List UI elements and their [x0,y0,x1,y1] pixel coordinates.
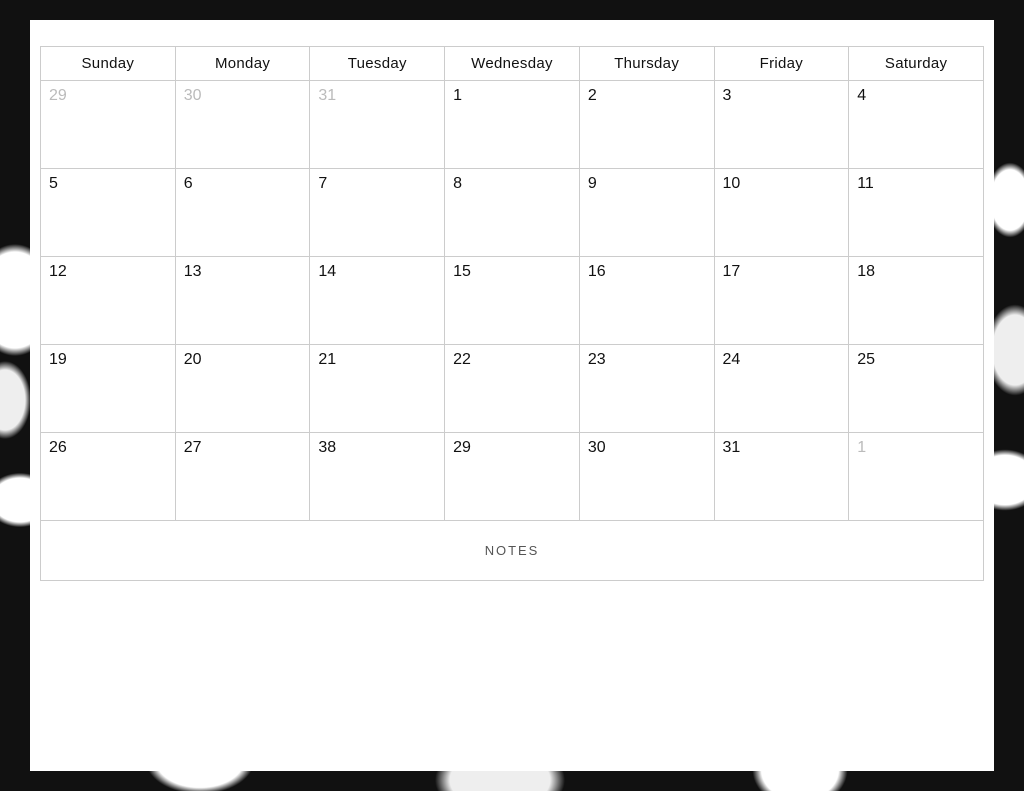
week-row-2: 567891011 [41,169,984,257]
calendar-cell[interactable]: 15 [445,257,580,345]
calendar-cell[interactable]: 7 [310,169,445,257]
calendar-cell[interactable]: 18 [849,257,984,345]
week-row-1: 2930311234 [41,81,984,169]
day-header-sunday: Sunday [41,47,176,81]
calendar-cell[interactable]: 13 [175,257,310,345]
calendar-cell[interactable]: 24 [714,345,849,433]
calendar-cell[interactable]: 1 [445,81,580,169]
notes-label[interactable]: NOTES [41,521,984,581]
day-header-saturday: Saturday [849,47,984,81]
calendar-cell[interactable]: 29 [41,81,176,169]
calendar-cell[interactable]: 27 [175,433,310,521]
calendar-cell[interactable]: 10 [714,169,849,257]
calendar-cell[interactable]: 21 [310,345,445,433]
calendar-month-title [30,20,994,46]
calendar-cell[interactable]: 31 [714,433,849,521]
calendar-cell[interactable]: 29 [445,433,580,521]
day-header-friday: Friday [714,47,849,81]
calendar-cell[interactable]: 5 [41,169,176,257]
calendar-cell[interactable]: 31 [310,81,445,169]
notes-row: NOTES [41,521,984,581]
calendar-panel: SundayMondayTuesdayWednesdayThursdayFrid… [30,20,994,771]
calendar-cell[interactable]: 22 [445,345,580,433]
calendar-cell[interactable]: 1 [849,433,984,521]
calendar-cell[interactable]: 12 [41,257,176,345]
days-header-row: SundayMondayTuesdayWednesdayThursdayFrid… [41,47,984,81]
calendar-table: SundayMondayTuesdayWednesdayThursdayFrid… [40,46,984,581]
calendar-cell[interactable]: 11 [849,169,984,257]
calendar-cell[interactable]: 6 [175,169,310,257]
calendar-cell[interactable]: 30 [579,433,714,521]
calendar-cell[interactable]: 26 [41,433,176,521]
week-row-4: 19202122232425 [41,345,984,433]
calendar-cell[interactable]: 19 [41,345,176,433]
calendar-cell[interactable]: 20 [175,345,310,433]
calendar-container: SundayMondayTuesdayWednesdayThursdayFrid… [30,46,994,591]
calendar-cell[interactable]: 8 [445,169,580,257]
calendar-cell[interactable]: 2 [579,81,714,169]
day-header-tuesday: Tuesday [310,47,445,81]
day-header-monday: Monday [175,47,310,81]
calendar-cell[interactable]: 38 [310,433,445,521]
day-header-wednesday: Wednesday [445,47,580,81]
calendar-cell[interactable]: 4 [849,81,984,169]
week-row-3: 12131415161718 [41,257,984,345]
calendar-cell[interactable]: 17 [714,257,849,345]
calendar-cell[interactable]: 9 [579,169,714,257]
day-header-thursday: Thursday [579,47,714,81]
calendar-cell[interactable]: 16 [579,257,714,345]
week-row-5: 2627382930311 [41,433,984,521]
calendar-cell[interactable]: 3 [714,81,849,169]
calendar-cell[interactable]: 30 [175,81,310,169]
calendar-cell[interactable]: 23 [579,345,714,433]
calendar-cell[interactable]: 14 [310,257,445,345]
calendar-cell[interactable]: 25 [849,345,984,433]
